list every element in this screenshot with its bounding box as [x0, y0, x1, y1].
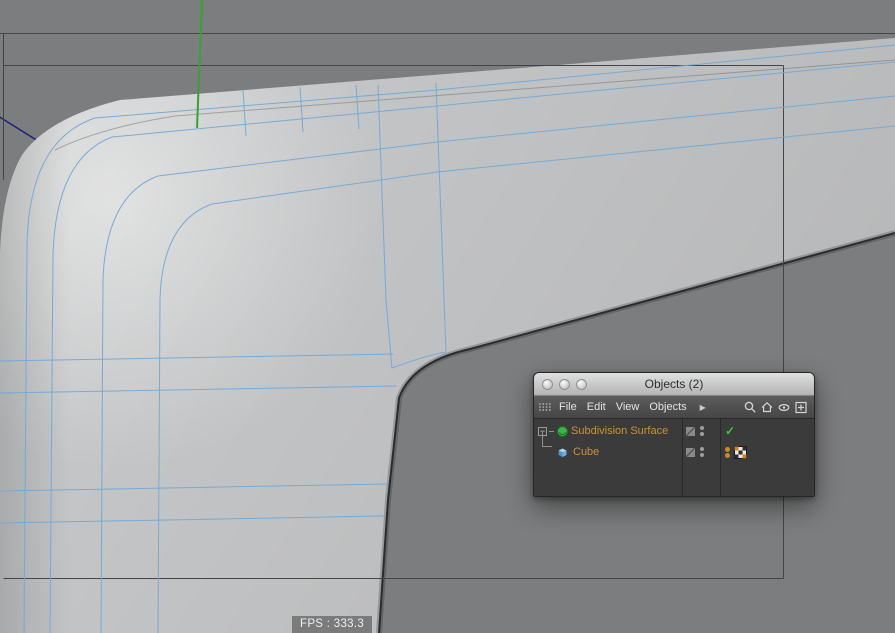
expand-collapse-toggle[interactable]: −: [538, 426, 547, 436]
window-button-zoom[interactable]: [576, 378, 587, 390]
object-label[interactable]: Cube: [573, 446, 599, 458]
home-icon[interactable]: [760, 400, 774, 414]
window-buttons: [542, 373, 587, 395]
eye-icon[interactable]: [777, 400, 791, 414]
visibility-dots[interactable]: [700, 426, 704, 436]
menu-edit[interactable]: Edit: [587, 401, 606, 413]
window-button-minimize[interactable]: [559, 378, 570, 390]
cube-icon: [556, 446, 569, 459]
menu-overflow-icon[interactable]: ▶: [700, 403, 706, 412]
visibility-dots[interactable]: [700, 447, 704, 457]
search-icon[interactable]: [743, 400, 757, 414]
tree-twig: [549, 430, 554, 432]
tree-row-cube[interactable]: Cube: [534, 442, 814, 462]
tree-row-subdivision-surface[interactable]: − Subdivision Surface ✓: [534, 421, 814, 441]
toggle-cell: [682, 421, 720, 441]
toggle-cell: [682, 442, 720, 462]
viewport[interactable]: FPS : 333.3 Objects (2) File Edit View O…: [0, 0, 895, 633]
menu-file[interactable]: File: [559, 401, 577, 413]
fps-counter: FPS : 333.3: [292, 616, 373, 633]
layer-toggle[interactable]: [686, 447, 695, 457]
layer-toggle[interactable]: [686, 426, 695, 436]
enabled-checkmark-icon[interactable]: ✓: [725, 425, 735, 437]
viewport-canvas[interactable]: [0, 0, 895, 633]
tag-cell: ✓: [720, 421, 813, 441]
name-cell: Cube: [534, 442, 682, 462]
object-label[interactable]: Subdivision Surface: [571, 425, 668, 437]
name-cell: − Subdivision Surface: [534, 421, 682, 441]
objects-panel-menubar: File Edit View Objects ▶: [534, 396, 814, 419]
grip-icon[interactable]: [538, 401, 552, 413]
material-dots-icon[interactable]: [725, 446, 730, 458]
subdivision-surface-icon: [556, 425, 569, 438]
window-button-close[interactable]: [542, 378, 553, 390]
menu-objects[interactable]: Objects: [649, 401, 686, 413]
add-icon[interactable]: [794, 400, 808, 414]
menu-view[interactable]: View: [616, 401, 640, 413]
objects-panel: Objects (2) File Edit View Objects ▶ − S…: [533, 372, 815, 497]
objects-panel-body: − Subdivision Surface ✓ Cube: [534, 419, 814, 496]
objects-panel-titlebar[interactable]: Objects (2): [534, 373, 814, 396]
texture-checkerboard-icon[interactable]: [734, 445, 747, 459]
panel-toolbar: [743, 400, 810, 414]
tag-cell: [720, 442, 813, 462]
